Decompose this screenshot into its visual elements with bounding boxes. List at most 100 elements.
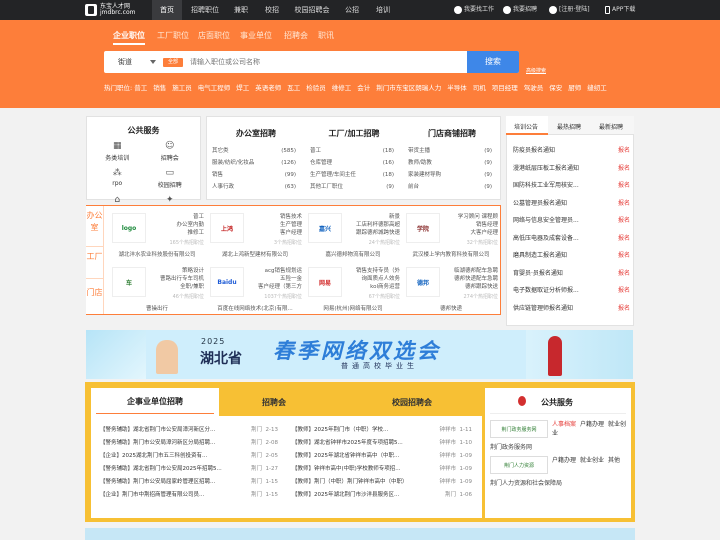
hot-job-link[interactable]: 维修工 [332,84,352,92]
company-name[interactable]: 嘉兴德邦物流有限公司 [303,250,403,258]
tab-factory-jobs[interactable]: 工厂职位 [157,30,189,41]
company-job-link[interactable]: 德邦快递配车急聘 [446,275,498,283]
table-row[interactable]: 【警务辅助】湖北省荆门市公安局2025年招聘5... 荆门 1-27 [100,463,278,476]
tab-public-units[interactable]: 事业单位 [240,30,272,41]
table-row[interactable]: 【教师】湖北省钟祥市2025年度专项招聘5... 钟祥市 1-10 [292,437,472,450]
app-download-link[interactable]: APP下载 [605,0,635,20]
announce-item[interactable]: 高低压电器及成套设备... 报名 [510,230,630,248]
company-card[interactable]: 网易 销售支持专员（外 询面质点人效务 kol商务运营 67个热招职位 网易(杭州)网络有… [303,262,403,313]
company-name[interactable]: 德邦快递 [401,304,501,312]
nav-campus[interactable]: 校招 [259,0,285,20]
search-button[interactable]: 搜索 [467,51,519,73]
category-item[interactable]: 家装建材导购 (9) [408,169,492,181]
hot-job-link[interactable]: 电气工程师 [198,84,231,92]
company-job-link[interactable]: 跟踪德邦城跨快速 [348,229,400,237]
tab-company-jobs[interactable]: 企业职位 [113,30,145,45]
category-item[interactable]: 前台 (9) [408,181,492,193]
company-job-link[interactable]: 新景 [348,213,400,221]
hot-job-link[interactable]: 厨师 [568,84,581,92]
category-item[interactable]: 带货主播 (9) [408,145,492,157]
category-title[interactable]: 办公室招聘 [212,128,300,139]
company-job-link[interactable]: 销售技术 [250,213,302,221]
company-name[interactable]: 武汉楼上学内教育科技有限公司 [401,250,501,258]
company-name[interactable]: 湖北上鸿新型建材有限公司 [205,250,305,258]
company-name[interactable]: 湖北沣水农业科技股份有限公司 [107,250,207,258]
signup-tag[interactable]: 报名 [618,142,630,160]
company-job-link[interactable]: 策略设计 [152,267,204,275]
service-item[interactable]: ☺ 招聘会 [150,141,190,162]
announce-item[interactable]: 网络与信息安全管理员... 报名 [510,212,630,230]
table-row[interactable]: 【企业】荆门市中荆招商管理有限公司员... 荆门 1-15 [100,489,278,502]
service-item[interactable]: ▭ 校园招聘 [150,168,190,189]
service-item[interactable]: ⁂ rpo [97,168,137,189]
service-logo[interactable]: 荆门人力资源 [490,456,548,474]
service-name[interactable]: 荆门政务服务网 [490,442,532,451]
announce-item[interactable]: 国防科技工业军用核安... 报名 [510,177,630,195]
hot-job-link[interactable]: 普工 [134,84,147,92]
announce-item[interactable]: 电子数据取证分析师报... 报名 [510,282,630,300]
tab-job-fair[interactable]: 招聘会 [284,30,308,41]
category-item[interactable]: 服装/纺织/化妆品 (126) [212,157,296,169]
signup-tag[interactable]: 报名 [618,247,630,265]
company-name[interactable]: 网易(杭州)网络有限公司 [303,304,403,312]
service-link[interactable]: 人事档案 [552,421,576,428]
hot-job-link[interactable]: 瓦工 [287,84,300,92]
company-job-link[interactable]: 客户经理（第三方 [250,283,302,291]
company-job-link[interactable]: 销售支持专员（外 [348,267,400,275]
company-job-link[interactable]: 五险一金 [250,275,302,283]
tab-training-notice[interactable]: 培训公告 [514,122,538,131]
table-row[interactable]: 【企业】2025湖北荆门市五三科创投资有... 荆门 2-05 [100,450,278,463]
company-job-link[interactable]: 学习顾问 课程顾 [446,213,498,221]
hot-job-link[interactable]: 施工员 [172,84,192,92]
tab-hot-recruit[interactable]: 最热招聘 [557,122,581,131]
company-job-link[interactable]: 办公室内勤 [152,221,204,229]
service-item[interactable]: ▦ 务类培训 [97,141,137,162]
tab-job-fair-lower[interactable]: 招聘会 [262,397,286,408]
category-title[interactable]: 工厂/加工招聘 [310,128,398,139]
hot-job-link[interactable]: 半导体 [447,84,467,92]
spring-fair-banner[interactable]: 2025 湖北省 春季网络双选会 普通高校毕业生 [86,330,633,379]
tab-store-jobs[interactable]: 店面职位 [198,30,230,41]
nav-jobs[interactable]: 招聘职位 [187,0,223,20]
bottom-banner-strip[interactable] [85,528,635,540]
company-card[interactable]: 车策略设计 曹路出行专车司机 全职/兼职 46个热招职位 曹操出行 [107,262,207,313]
find-job-link[interactable]: 我要找工作 [454,0,494,20]
hot-job-link[interactable]: 缝纫工 [587,84,607,92]
service-link[interactable]: 户籍办理 [552,457,576,464]
category-item[interactable]: 教师/助教 (9) [408,157,492,169]
service-link[interactable]: 户籍办理 [580,421,604,428]
category-item[interactable]: 普工 (18) [310,145,394,157]
company-job-link[interactable]: 曹路出行专车司机 [152,275,204,283]
hot-job-link[interactable]: 司机 [473,84,486,92]
company-name[interactable]: 百度在线网络技术(北京)有限... [205,304,305,312]
signup-tag[interactable]: 报名 [618,282,630,300]
signup-tag[interactable]: 报名 [618,195,630,213]
service-logo[interactable]: 荆门政务服务网 [490,420,548,438]
company-job-link[interactable]: 询面质点人效务 [348,275,400,283]
company-card[interactable]: 嘉兴 新景 工店利杯德那高超 跟踪德邦城跨快速 24个热招职位 嘉兴德邦物流有限公司 [303,208,403,259]
nav-campus-fair[interactable]: 校园招聘会 [290,0,334,20]
announce-item[interactable]: 磨具制造工报名通知 报名 [510,247,630,265]
company-job-link[interactable]: acg销售规划运 [250,267,302,275]
service-name[interactable]: 荆门人力资源和社会保障局 [490,478,562,487]
table-row[interactable]: 【教师】钟祥市高中(中职)学校教师专项招... 钟祥市 1-09 [292,463,472,476]
category-item[interactable]: 人事行政 (63) [212,181,296,193]
announce-item[interactable]: 防疫员报名通知 报名 [510,142,630,160]
company-card[interactable]: logo 普工 办公室内勤 推修工 165个热招职位 湖北沣水农业科技股份有限公司 [107,208,207,259]
company-card[interactable]: 上鸿 销售技术 生产管理 客户经理 3个热招职位 湖北上鸿新型建材有限公司 [205,208,305,259]
tab-campus-fair-lower[interactable]: 校园招聘会 [392,397,432,408]
signup-tag[interactable]: 报名 [618,212,630,230]
nav-training[interactable]: 培训 [370,0,396,20]
company-job-link[interactable]: 大客户经理 [446,229,498,237]
category-item[interactable]: 其他工厂职位 (9) [310,181,394,193]
category-item[interactable]: 仓库管理 (16) [310,157,394,169]
tab-enterprise-recruit[interactable]: 企事业单位招聘 [96,396,214,414]
signup-tag[interactable]: 报名 [618,265,630,283]
search-input[interactable] [190,55,460,69]
signup-tag[interactable]: 报名 [618,160,630,178]
company-name[interactable]: 曹操出行 [107,304,207,312]
service-link[interactable]: 就业创业 [580,457,604,464]
company-job-link[interactable]: 客户经理 [250,229,302,237]
company-job-link[interactable]: 临湖德邦配车急聘 [446,267,498,275]
company-card[interactable]: 德邦 临湖德邦配车急聘 德邦快递配车急聘 德邦跟踪快送 274个热招职位 德邦快递 [401,262,501,313]
